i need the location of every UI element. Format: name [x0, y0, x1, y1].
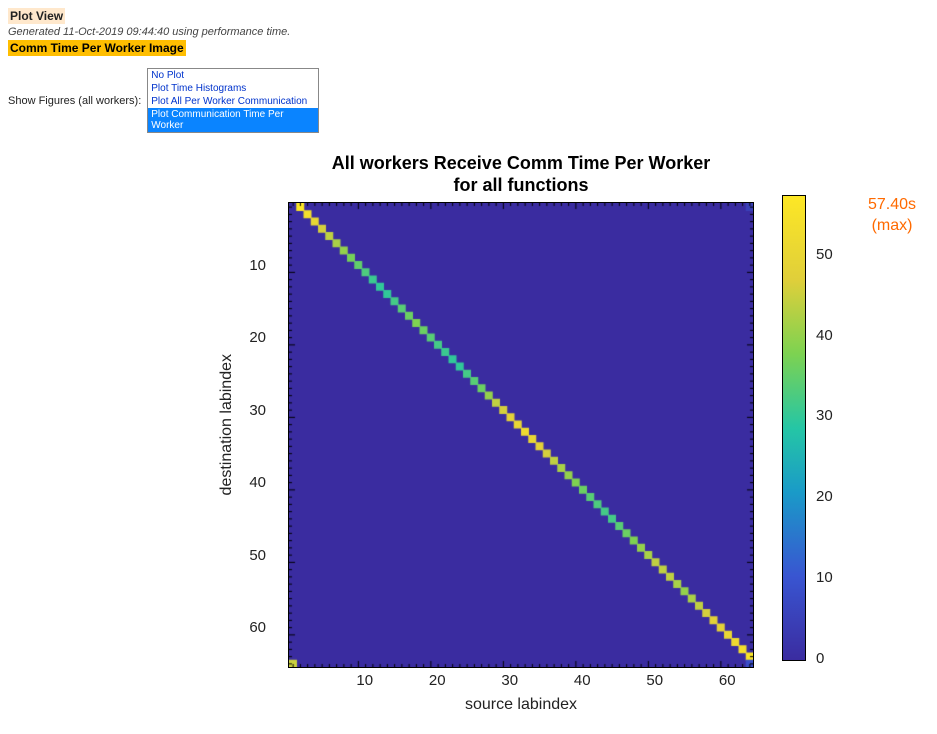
figselect-listbox[interactable]: No Plot Plot Time Histograms Plot All Pe…	[147, 68, 319, 133]
figselect-label: Show Figures (all workers):	[8, 95, 141, 107]
figselect-option[interactable]: Plot Time Histograms	[148, 82, 318, 95]
heatmap-canvas	[289, 203, 753, 667]
x-axis-label: source labindex	[288, 696, 754, 714]
x-axis-ticks: 102030405060	[288, 672, 752, 692]
generated-text: Generated 11-Oct-2019 09:44:40 using per…	[8, 26, 937, 38]
page-subtitle: Comm Time Per Worker Image	[8, 40, 186, 56]
max-label: 57.40s (max)	[868, 153, 916, 237]
y-axis-ticks: 102030405060	[240, 197, 270, 697]
colorbar	[782, 195, 806, 661]
heatmap	[288, 202, 754, 668]
colorbar-ticks: 50403020100	[810, 195, 840, 661]
figselect-option[interactable]: Plot Communication Time Per Worker	[148, 108, 318, 132]
chart-container: destination labindex 102030405060 All wo…	[218, 153, 937, 714]
figselect-option[interactable]: Plot All Per Worker Communication	[148, 95, 318, 108]
y-axis-label: destination labindex	[218, 354, 236, 495]
figselect-option[interactable]: No Plot	[148, 69, 318, 82]
chart-title: All workers Receive Comm Time Per Worker…	[288, 153, 754, 196]
page-title: Plot View	[8, 8, 65, 24]
